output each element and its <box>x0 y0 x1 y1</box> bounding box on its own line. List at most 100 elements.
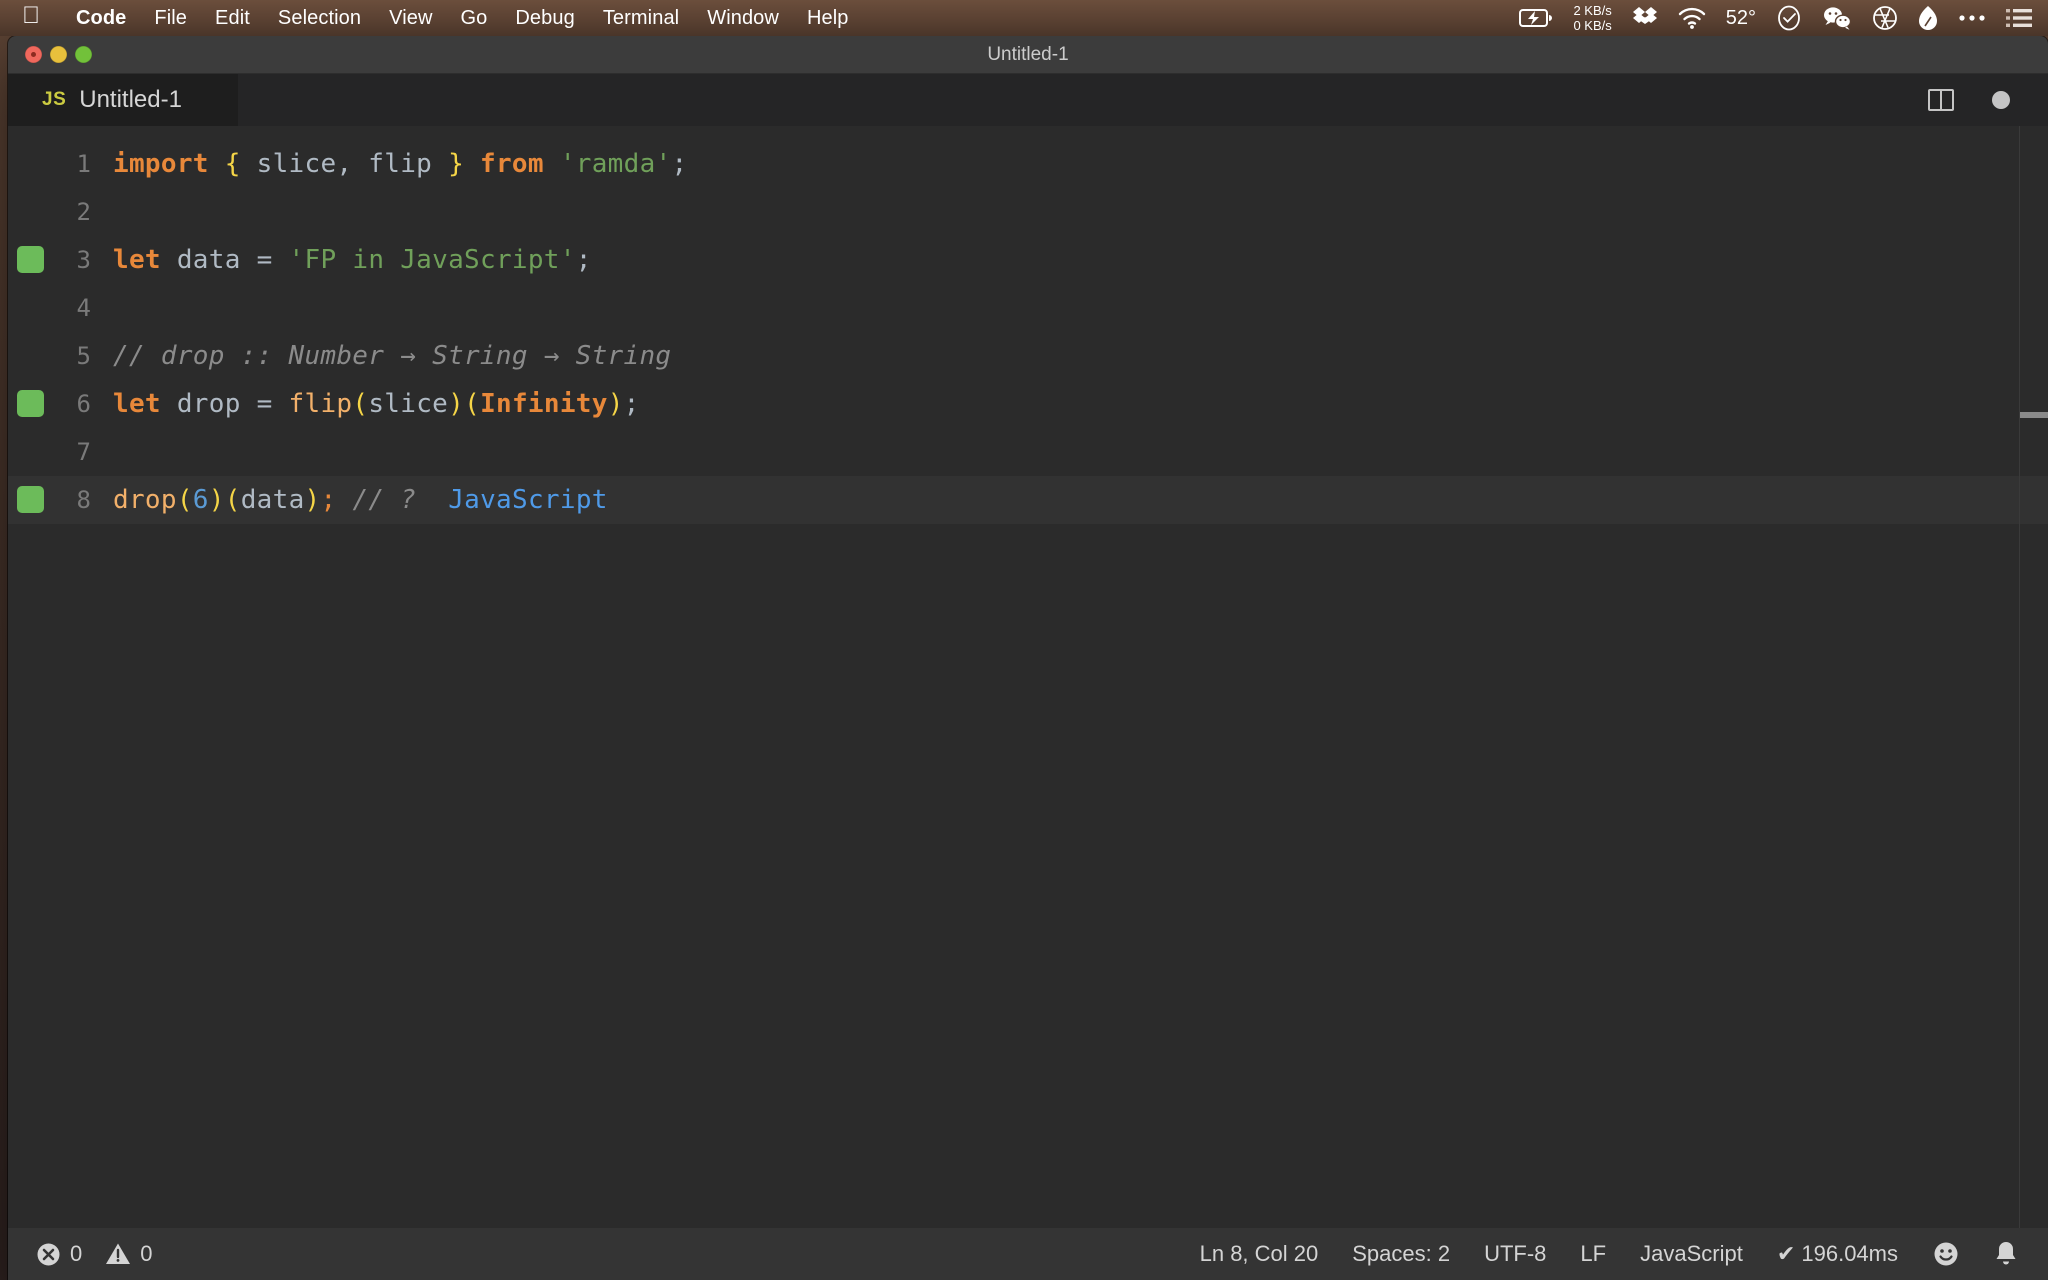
code-text[interactable]: let drop = flip(slice)(Infinity); <box>113 389 640 419</box>
list-menu-icon[interactable] <box>2006 7 2032 29</box>
temperature-indicator[interactable]: 52° <box>1726 7 1756 30</box>
code-line[interactable]: 5 // drop :: Number → String → String <box>8 332 2048 380</box>
line-number: 5 <box>76 342 91 370</box>
code-token: from <box>480 149 544 179</box>
code-text[interactable]: let data = 'FP in JavaScript'; <box>113 245 592 275</box>
unsaved-dot-icon[interactable] <box>1992 91 2010 109</box>
encoding-setting[interactable]: UTF-8 <box>1484 1241 1546 1267</box>
menu-item-view[interactable]: View <box>375 7 446 30</box>
status-bar: 0 0 Ln 8, Col 20 Spaces: 2 UTF-8 LF Java… <box>8 1228 2048 1280</box>
code-token: ; <box>671 149 688 179</box>
menu-item-help[interactable]: Help <box>793 7 863 30</box>
code-token: ( <box>352 389 369 419</box>
cursor-position[interactable]: Ln 8, Col 20 <box>1200 1241 1319 1267</box>
menu-item-go[interactable]: Go <box>447 7 502 30</box>
code-token: data <box>240 485 305 515</box>
warning-icon <box>105 1242 131 1266</box>
code-token: drop <box>113 485 177 515</box>
menu-item-window[interactable]: Window <box>693 7 793 30</box>
coverage-marker-icon <box>17 486 44 513</box>
tab-untitled-1[interactable]: JS Untitled-1 <box>8 74 238 126</box>
code-line[interactable]: 7 <box>8 428 2048 476</box>
overview-ruler[interactable] <box>2020 126 2048 1228</box>
bell-icon[interactable] <box>1994 1240 2018 1268</box>
code-text[interactable]: drop(6)(data); // ? JavaScript <box>113 485 608 515</box>
code-text[interactable]: // drop :: Number → String → String <box>113 341 671 371</box>
menu-item-file[interactable]: File <box>140 7 201 30</box>
code-token: ; <box>623 389 640 419</box>
window-title-bar: Untitled-1 <box>8 36 2048 74</box>
close-icon <box>31 52 36 57</box>
menu-item-debug[interactable]: Debug <box>501 7 588 30</box>
code-token: ( <box>464 389 481 419</box>
code-token: let <box>113 389 161 419</box>
shape-icon[interactable] <box>1918 5 1938 31</box>
coverage-marker-icon <box>17 246 44 273</box>
menu-item-code[interactable]: Code <box>62 7 140 30</box>
code-token: data <box>160 245 257 275</box>
line-number: 7 <box>76 438 91 466</box>
ellipsis-icon[interactable] <box>1958 14 1986 22</box>
code-token: { <box>224 149 241 179</box>
code-text[interactable]: import { slice, flip } from 'ramda'; <box>113 149 687 179</box>
code-token: // drop :: Number → String → String <box>113 341 672 371</box>
wifi-icon[interactable] <box>1678 7 1706 29</box>
network-speed-indicator[interactable]: 2 KB/s 0 KB/s <box>1573 3 1611 33</box>
code-token: 'ramda' <box>559 149 672 179</box>
code-token: ( <box>224 485 241 515</box>
menu-item-terminal[interactable]: Terminal <box>589 7 693 30</box>
window-title: Untitled-1 <box>987 43 1069 65</box>
code-line[interactable]: 4 <box>8 284 2048 332</box>
code-line[interactable]: 3 let data = 'FP in JavaScript'; <box>8 236 2048 284</box>
eol-setting[interactable]: LF <box>1580 1241 1606 1267</box>
javascript-file-icon: JS <box>42 89 67 110</box>
status-bar-left: 0 0 <box>8 1241 153 1267</box>
traffic-light-buttons <box>8 46 92 63</box>
dropbox-icon[interactable] <box>1632 6 1658 30</box>
aperture-icon[interactable] <box>1872 5 1898 31</box>
menu-item-selection[interactable]: Selection <box>264 7 375 30</box>
error-count: 0 <box>70 1241 83 1266</box>
minimize-button[interactable] <box>50 46 67 63</box>
code-line[interactable]: 2 <box>8 188 2048 236</box>
language-mode[interactable]: JavaScript <box>1640 1241 1743 1267</box>
code-line[interactable]: 6 let drop = flip(slice)(Infinity); <box>8 380 2048 428</box>
code-token: let <box>113 245 161 275</box>
coverage-marker-icon <box>17 390 44 417</box>
code-token: ) <box>208 485 225 515</box>
menu-item-edit[interactable]: Edit <box>201 7 264 30</box>
line-number: 4 <box>76 294 91 322</box>
split-editor-icon[interactable] <box>1928 89 1954 111</box>
code-editor[interactable]: 1 import { slice, flip } from 'ramda'; 2 3 l… <box>8 126 2048 1228</box>
warning-count: 0 <box>140 1241 153 1266</box>
indentation-setting[interactable]: Spaces: 2 <box>1352 1241 1450 1267</box>
code-line[interactable]: 8 drop(6)(data); // ? JavaScript <box>8 476 2048 524</box>
code-token: Infinity <box>480 389 608 419</box>
battery-charging-icon[interactable] <box>1519 8 1553 28</box>
code-line[interactable]: 1 import { slice, flip } from 'ramda'; <box>8 140 2048 188</box>
code-token: ( <box>176 485 193 515</box>
code-token: ; <box>575 245 592 275</box>
code-token: // ? <box>352 485 417 515</box>
menu-bar-status-icons: 2 KB/s 0 KB/s 52° <box>1519 3 2048 33</box>
zoom-button[interactable] <box>75 46 92 63</box>
close-button[interactable] <box>25 46 42 63</box>
smiley-icon[interactable] <box>1932 1240 1960 1268</box>
menu-bar-items:  Code File Edit Selection View Go Debug… <box>0 4 863 30</box>
overview-ruler-mark <box>2020 412 2048 418</box>
wechat-icon[interactable] <box>1822 6 1852 30</box>
apple-logo-icon[interactable]:  <box>22 4 40 28</box>
code-token: 6 <box>192 485 209 515</box>
code-token: ) <box>607 389 624 419</box>
problems-indicator[interactable]: 0 0 <box>36 1241 153 1267</box>
run-time-indicator[interactable]: ✔ 196.04ms <box>1777 1241 1898 1267</box>
line-number: 1 <box>76 150 91 178</box>
code-token: slice, flip <box>240 149 449 179</box>
code-lines[interactable]: 1 import { slice, flip } from 'ramda'; 2 3 l… <box>8 140 2048 524</box>
code-token: = <box>256 389 273 419</box>
clock-icon[interactable] <box>1776 5 1802 31</box>
